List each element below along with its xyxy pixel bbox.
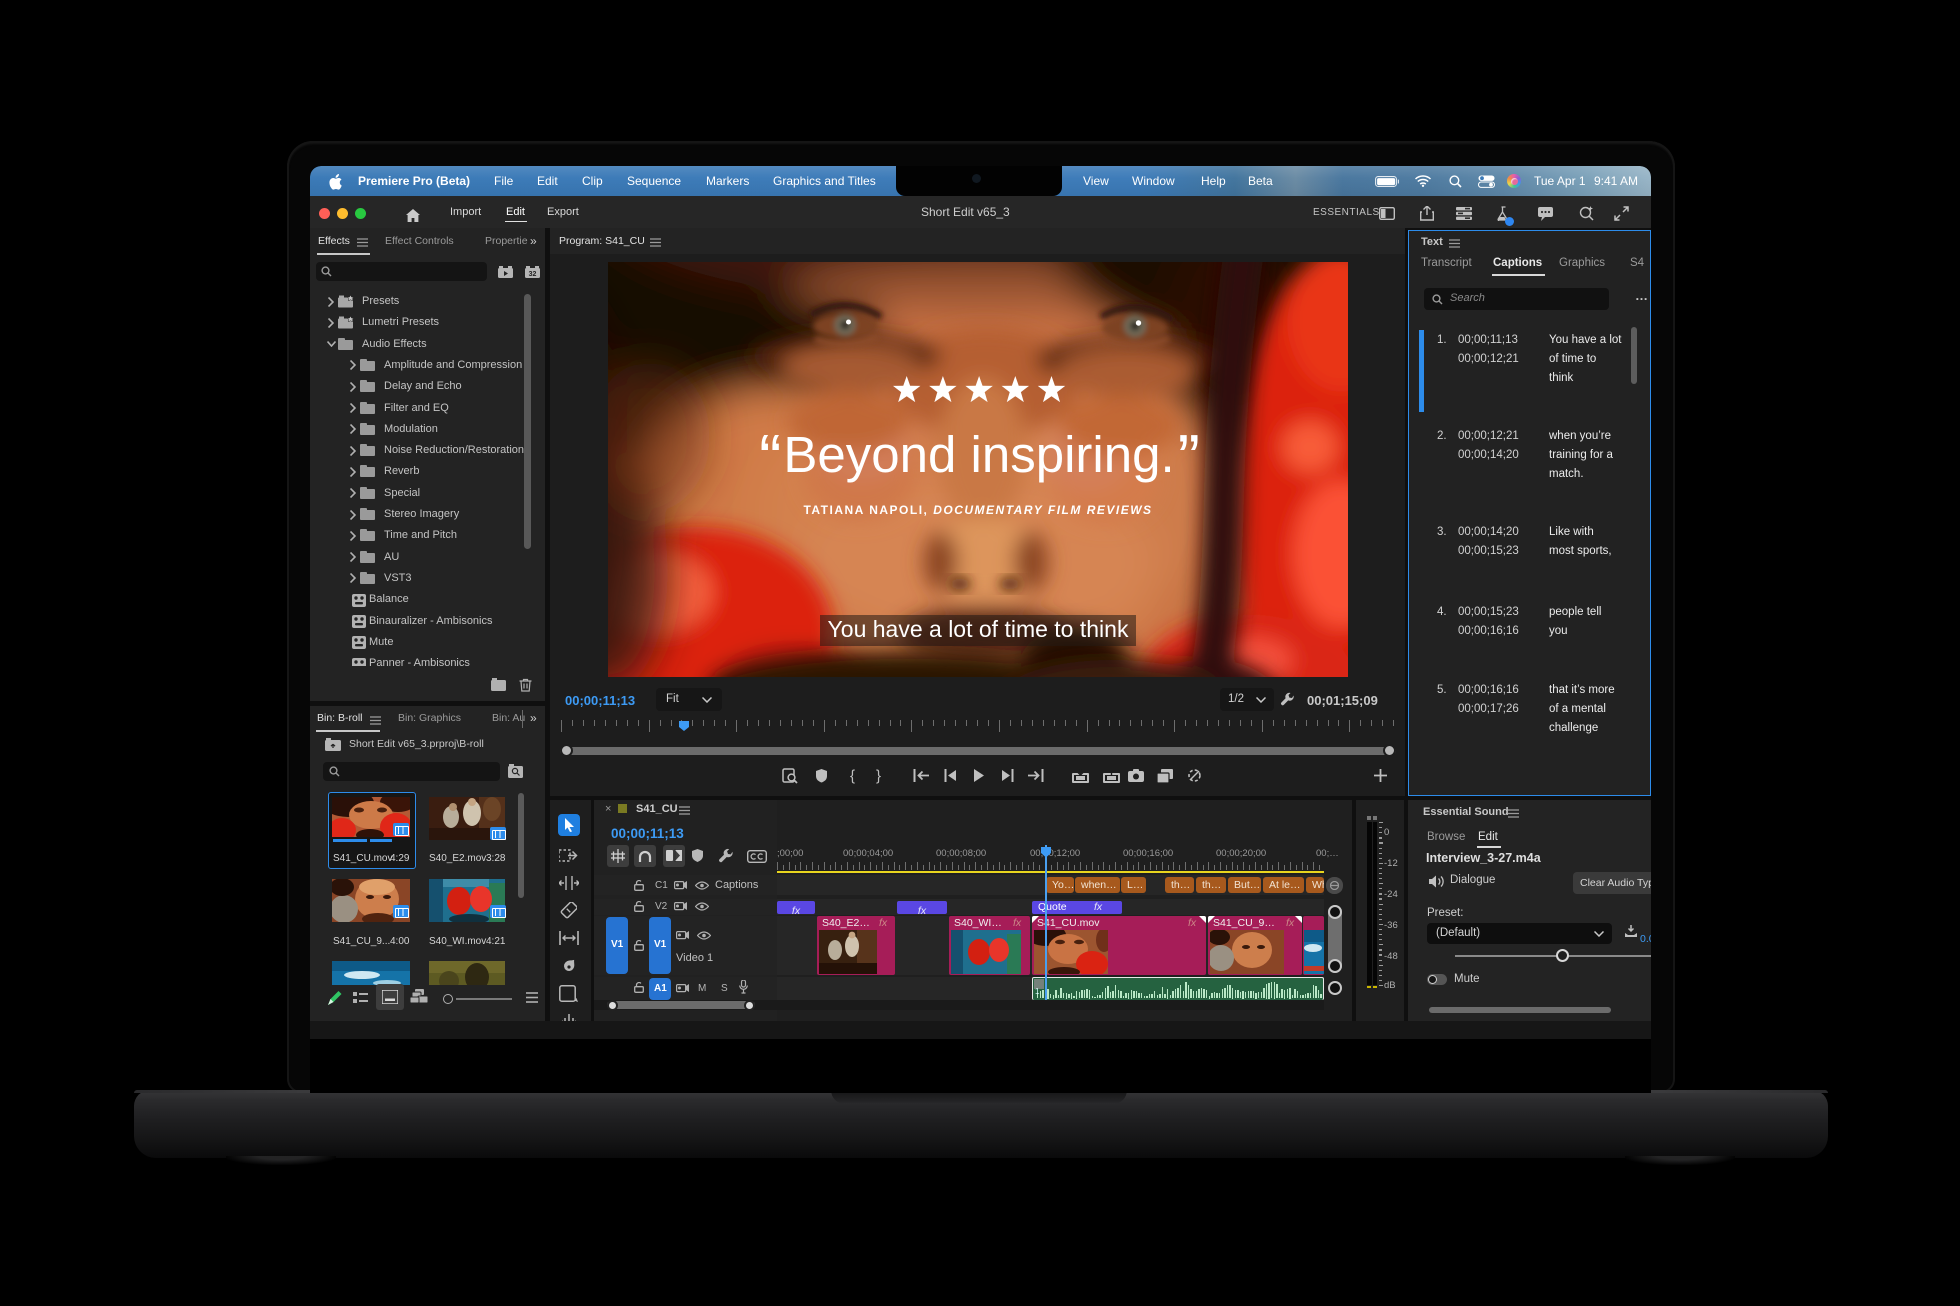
- svg-text:{: {: [850, 768, 855, 785]
- svg-text:}: }: [876, 768, 881, 785]
- svg-text:32: 32: [529, 271, 537, 278]
